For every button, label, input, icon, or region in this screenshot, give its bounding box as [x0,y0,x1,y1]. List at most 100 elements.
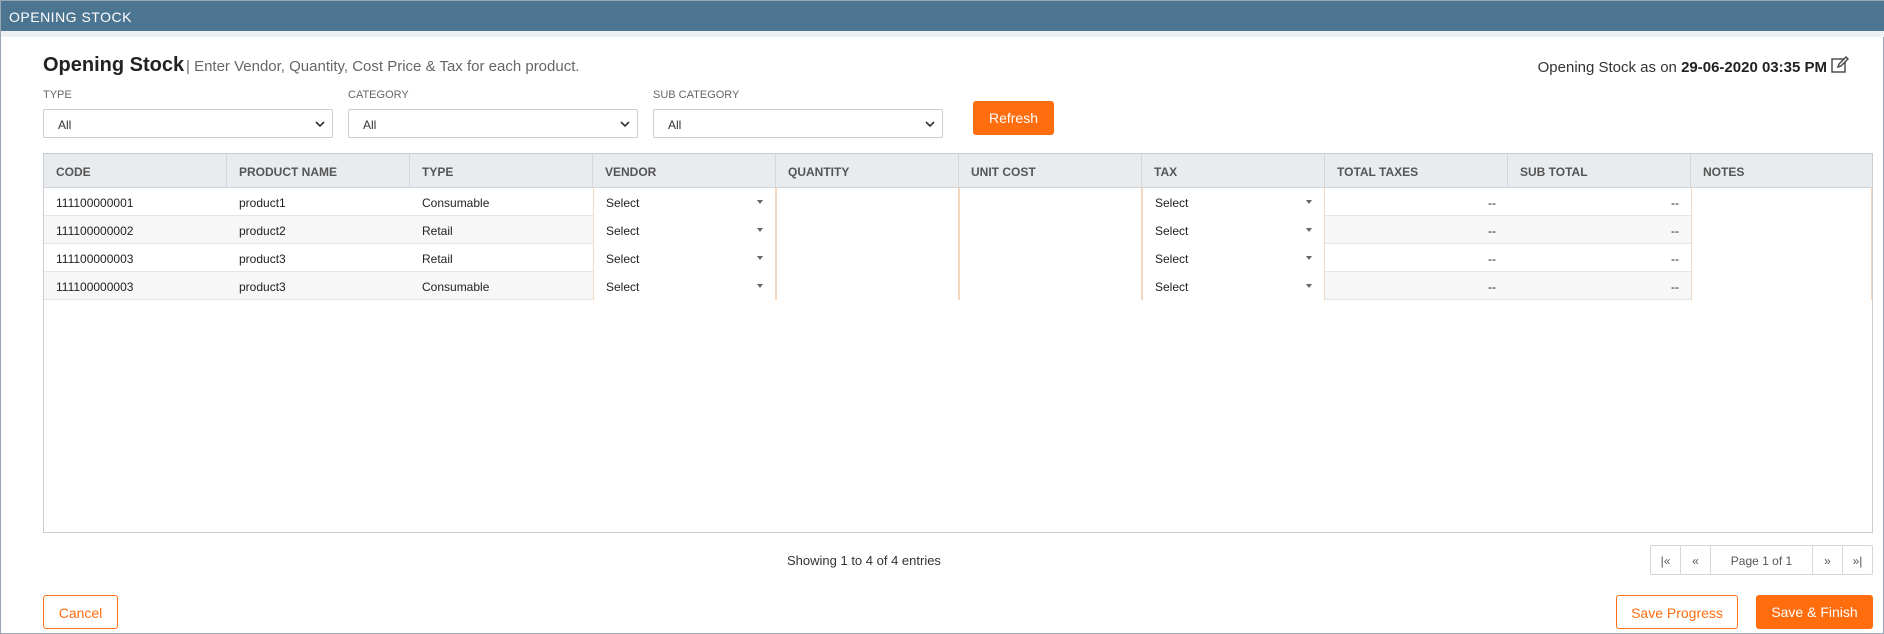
first-page-button[interactable]: |« [1651,546,1681,574]
vendor-select-value: Select [606,224,640,238]
next-page-button[interactable]: » [1813,546,1843,574]
vendor-select[interactable]: Select [593,216,776,244]
refresh-button[interactable]: Refresh [973,101,1054,135]
quantity-input[interactable] [776,188,959,216]
vendor-select[interactable]: Select [593,272,776,300]
tax-select-value: Select [1155,252,1189,266]
tax-select[interactable]: Select [1142,216,1325,244]
code-cell: 111100000002 [56,224,134,238]
code-cell: 111100000003 [56,252,134,266]
caret-down-icon [1306,256,1312,260]
page-indicator: Page 1 of 1 [1711,546,1813,574]
sub-total-cell: -- [1671,252,1679,266]
vendor-select[interactable]: Select [593,188,776,216]
product-name-cell: product2 [239,224,286,238]
sub-total-cell: -- [1671,224,1679,238]
category-filter-select[interactable]: All [348,109,638,138]
page-subtitle: | Enter Vendor, Quantity, Cost Price & T… [186,58,580,75]
notes-input[interactable] [1691,272,1872,300]
title-strip [1,31,1884,37]
caret-down-icon [757,228,763,232]
tax-select-value: Select [1155,224,1189,238]
chevron-down-icon [620,121,630,128]
sub-category-filter-value: All [668,118,682,132]
type-cell: Consumable [422,280,490,294]
notes-input[interactable] [1691,244,1872,272]
column-header-sub-total[interactable]: SUB TOTAL [1508,154,1691,188]
code-cell: 111100000003 [56,280,134,294]
notes-input[interactable] [1691,188,1872,216]
caret-down-icon [757,200,763,204]
quantity-input[interactable] [776,272,959,300]
tax-select[interactable]: Select [1142,188,1325,216]
type-cell: Consumable [422,196,490,210]
table-row: 111100000003 product3 Consumable Select … [44,272,1872,300]
category-filter-value: All [363,118,377,132]
notes-input[interactable] [1691,216,1872,244]
category-filter-label: CATEGORY [348,89,409,101]
type-cell: Retail [422,252,453,266]
total-taxes-cell: -- [1488,252,1496,266]
column-header-total-taxes[interactable]: TOTAL TAXES [1325,154,1508,188]
product-name-cell: product3 [239,252,286,266]
window-title: OPENING STOCK [1,1,1884,31]
table-row: 111100000003 product3 Retail Select Sele… [44,244,1872,272]
window-frame: OPENING STOCK Opening Stock | Enter Vend… [0,0,1884,634]
quantity-input[interactable] [776,216,959,244]
total-taxes-cell: -- [1488,196,1496,210]
unit-cost-input[interactable] [959,188,1142,216]
last-page-button[interactable]: »| [1843,546,1872,574]
column-header-quantity[interactable]: QUANTITY [776,154,959,188]
opening-stock-grid: CODE PRODUCT NAME TYPE VENDOR QUANTITY U… [43,153,1873,533]
vendor-select[interactable]: Select [593,244,776,272]
table-row: 111100000001 product1 Consumable Select … [44,188,1872,216]
cancel-button[interactable]: Cancel [43,595,118,629]
product-name-cell: product3 [239,280,286,294]
sub-category-filter-label: SUB CATEGORY [653,89,740,101]
quantity-input[interactable] [776,244,959,272]
prev-page-button[interactable]: « [1681,546,1711,574]
tax-select[interactable]: Select [1142,244,1325,272]
type-filter-select[interactable]: All [43,109,333,138]
entries-summary: Showing 1 to 4 of 4 entries [787,553,941,568]
grid-header-row: CODE PRODUCT NAME TYPE VENDOR QUANTITY U… [44,154,1872,188]
sub-total-cell: -- [1671,196,1679,210]
chevron-down-icon [315,121,325,128]
as-of-value: 29-06-2020 03:35 PM [1681,59,1827,76]
sub-total-cell: -- [1671,280,1679,294]
unit-cost-input[interactable] [959,244,1142,272]
total-taxes-cell: -- [1488,280,1496,294]
column-header-notes[interactable]: NOTES [1691,154,1872,188]
table-row: 111100000002 product2 Retail Select Sele… [44,216,1872,244]
type-filter-label: TYPE [43,89,72,101]
as-of-label: Opening Stock as on [1537,59,1677,76]
sub-category-filter-select[interactable]: All [653,109,943,138]
caret-down-icon [757,284,763,288]
page-title: Opening Stock [43,54,185,76]
unit-cost-input[interactable] [959,216,1142,244]
pagination: |« « Page 1 of 1 » »| [1650,545,1873,575]
type-cell: Retail [422,224,453,238]
chevron-down-icon [925,121,935,128]
tax-select-value: Select [1155,196,1189,210]
column-header-code[interactable]: CODE [44,154,227,188]
edit-icon[interactable] [1830,55,1850,75]
tax-select[interactable]: Select [1142,272,1325,300]
column-header-product-name[interactable]: PRODUCT NAME [227,154,410,188]
caret-down-icon [1306,284,1312,288]
unit-cost-input[interactable] [959,272,1142,300]
column-header-unit-cost[interactable]: UNIT COST [959,154,1142,188]
save-progress-button[interactable]: Save Progress [1616,595,1738,629]
code-cell: 111100000001 [56,196,134,210]
save-finish-button[interactable]: Save & Finish [1756,595,1873,629]
column-header-tax[interactable]: TAX [1142,154,1325,188]
column-header-vendor[interactable]: VENDOR [593,154,776,188]
column-header-type[interactable]: TYPE [410,154,593,188]
as-of-info: Opening Stock as on 29-06-2020 03:35 PM [1538,59,1827,76]
tax-select-value: Select [1155,280,1189,294]
caret-down-icon [1306,228,1312,232]
vendor-select-value: Select [606,280,640,294]
total-taxes-cell: -- [1488,224,1496,238]
product-name-cell: product1 [239,196,286,210]
caret-down-icon [1306,200,1312,204]
